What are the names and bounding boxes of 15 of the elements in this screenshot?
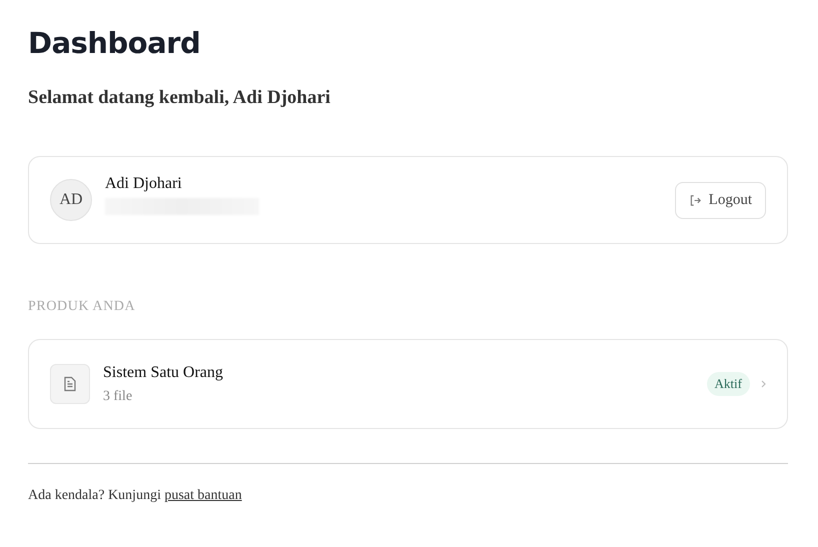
help-text: Ada kendala? Kunjungi pusat bantuan: [28, 488, 243, 504]
product-card[interactable]: Sistem Satu Orang 3 file Aktif: [28, 339, 788, 429]
page-title: Dashboard: [28, 26, 202, 60]
help-link[interactable]: pusat bantuan: [164, 488, 242, 503]
logout-button[interactable]: Logout: [674, 182, 766, 218]
avatar: AD: [50, 179, 92, 221]
greeting-text: Selamat datang kembali, Adi Djohari: [28, 87, 332, 109]
logout-icon: [688, 194, 702, 206]
status-badge: Aktif: [706, 372, 750, 396]
document-icon: [50, 364, 90, 404]
chevron-icon: [761, 380, 766, 388]
file-count: 3 file: [103, 388, 134, 404]
product-name: Sistem Satu Orang: [103, 364, 224, 382]
user-name: Adi Djohari: [105, 175, 183, 193]
section-heading: PRODUK ANDA: [28, 299, 136, 315]
